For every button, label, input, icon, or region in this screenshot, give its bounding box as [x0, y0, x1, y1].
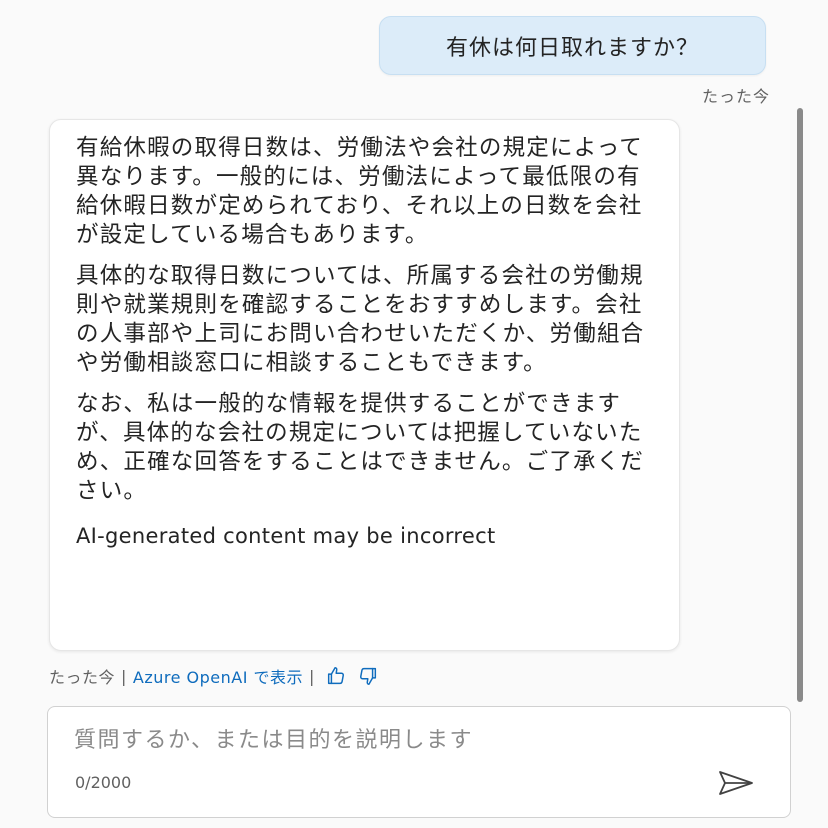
thumbs-down-icon[interactable] — [357, 665, 379, 687]
send-icon — [718, 770, 754, 800]
bot-message-meta: たった今 | Azure OpenAI で表示 | — [49, 664, 379, 688]
character-count: 0/2000 — [75, 773, 132, 792]
user-message-text: 有休は何日取れますか？ — [445, 35, 699, 61]
meta-separator: | — [309, 666, 315, 686]
message-input[interactable] — [74, 723, 674, 757]
bot-paragraph-3: なお、私は一般的な情報を提供することができますが、具体的な会社の規定については把… — [76, 391, 645, 504]
bot-paragraph-2: 具体的な取得日数については、所属する会社の労働規則や就業規則を確認することをおす… — [76, 263, 645, 376]
thumbs-up-icon[interactable] — [325, 665, 347, 687]
bot-paragraph-1: 有給休暇の取得日数は、労働法や会社の規定によって異なります。一般的には、労働法に… — [76, 135, 644, 248]
azure-openai-link[interactable]: Azure OpenAI で表示 — [133, 664, 303, 688]
bot-message-timestamp: たった今 — [49, 668, 116, 687]
meta-separator: | — [121, 666, 127, 686]
user-message-timestamp: たった今 — [701, 87, 770, 106]
chat-scrollbar[interactable] — [797, 108, 803, 702]
user-message-bubble: 有休は何日取れますか？ — [379, 16, 766, 75]
ai-disclaimer: AI-generated content may be incorrect — [76, 524, 496, 548]
bot-message-bubble: 有給休暇の取得日数は、労働法や会社の規定によって異なります。一般的には、労働法に… — [49, 119, 680, 651]
message-composer: 0/2000 — [47, 706, 791, 818]
send-button[interactable] — [716, 769, 756, 801]
